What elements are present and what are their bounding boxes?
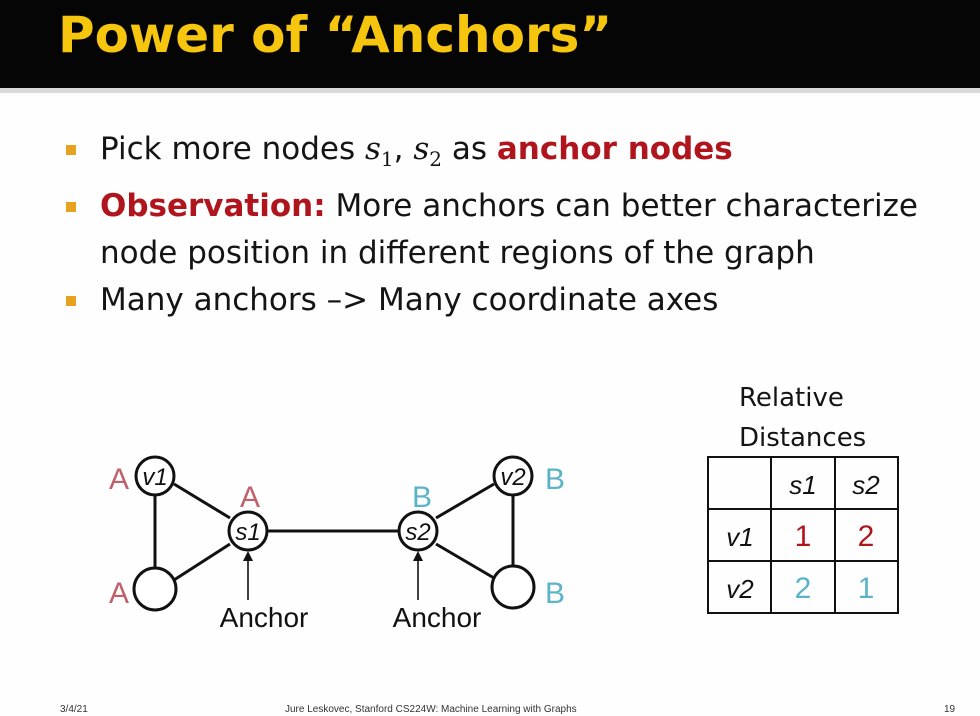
letter-b-bottom: B	[545, 577, 565, 610]
node-v2-label: v2	[500, 464, 525, 491]
node-v2-text: v2	[500, 464, 525, 491]
node-bottom-right	[490, 564, 536, 610]
letter-b-v2-text: B	[545, 463, 565, 496]
anchor-arrowhead-s2	[413, 551, 423, 561]
edge-s2-v2	[435, 482, 495, 520]
table-cell-v2-s2: 1	[858, 572, 875, 605]
table-cell-v1-s1-text: 1	[795, 520, 812, 553]
table-col-header-s1: s1	[789, 470, 816, 500]
table-cell-v1-s2: 2	[858, 520, 875, 553]
edge-s2-bottomright	[435, 542, 495, 580]
letter-b-bottom-text: B	[545, 577, 565, 610]
table-caption-line-2: Distances	[739, 423, 867, 453]
letter-b-v2: B	[545, 463, 565, 496]
table-col-header-s2-text: s2	[852, 470, 880, 500]
table-col-header-s2: s2	[852, 470, 880, 500]
table-row-header-v2-text: v2	[726, 574, 754, 604]
letter-a-s1-text: A	[240, 481, 260, 514]
graph-edges	[153, 482, 515, 582]
table-cell-v2-s1-text: 2	[795, 572, 812, 605]
edge-bottomleft-s1	[173, 542, 231, 582]
footer-course: Jure Leskovec, Stanford CS224W: Machine …	[285, 704, 577, 715]
table-row-header-v1: v1	[726, 522, 753, 552]
node-s1-text: s1	[235, 519, 260, 546]
anchor-label-s2: Anchor	[393, 602, 482, 633]
node-s2-label: s2	[405, 519, 430, 546]
table-row-header-v2: v2	[726, 574, 754, 604]
table-caption: Relative Distances	[739, 378, 866, 458]
table-cell-v1-s2-text: 2	[858, 520, 875, 553]
letter-b-s2: B	[412, 481, 432, 514]
table-cell-v1-s1: 1	[795, 520, 812, 553]
letter-a-bottom: A	[109, 577, 129, 610]
anchor-label-s2-text: Anchor	[393, 602, 482, 633]
table-cell-v2-s2-text: 1	[858, 572, 875, 605]
letter-a-s1: A	[240, 481, 260, 514]
footer-page-number: 19	[944, 704, 956, 715]
letter-a-v1-text: A	[109, 463, 129, 496]
node-s1-label: s1	[235, 519, 260, 546]
footer-date: 3/4/21	[60, 704, 88, 715]
table-col-header-s1-text: s1	[789, 470, 816, 500]
anchor-label-s1: Anchor	[220, 602, 309, 633]
letter-a-bottom-text: A	[109, 577, 129, 610]
edge-v1-s1	[173, 482, 231, 520]
table-cell-v2-s1: 2	[795, 572, 812, 605]
table-caption-line-1: Relative	[739, 383, 844, 413]
node-v1-text: v1	[142, 464, 167, 491]
node-v1-label: v1	[142, 464, 167, 491]
anchor-label-s1-text: Anchor	[220, 602, 309, 633]
table-row-header-v1-text: v1	[726, 522, 753, 552]
node-bottom-left	[132, 566, 178, 612]
letter-a-v1: A	[109, 463, 129, 496]
letter-b-s2-text: B	[412, 481, 432, 514]
anchor-graph-diagram: v1 s1 s2 v2 A A A B B B Anchor Anchor s1…	[109, 455, 899, 633]
node-s2-text: s2	[405, 519, 430, 546]
anchor-arrowhead-s1	[243, 551, 253, 561]
